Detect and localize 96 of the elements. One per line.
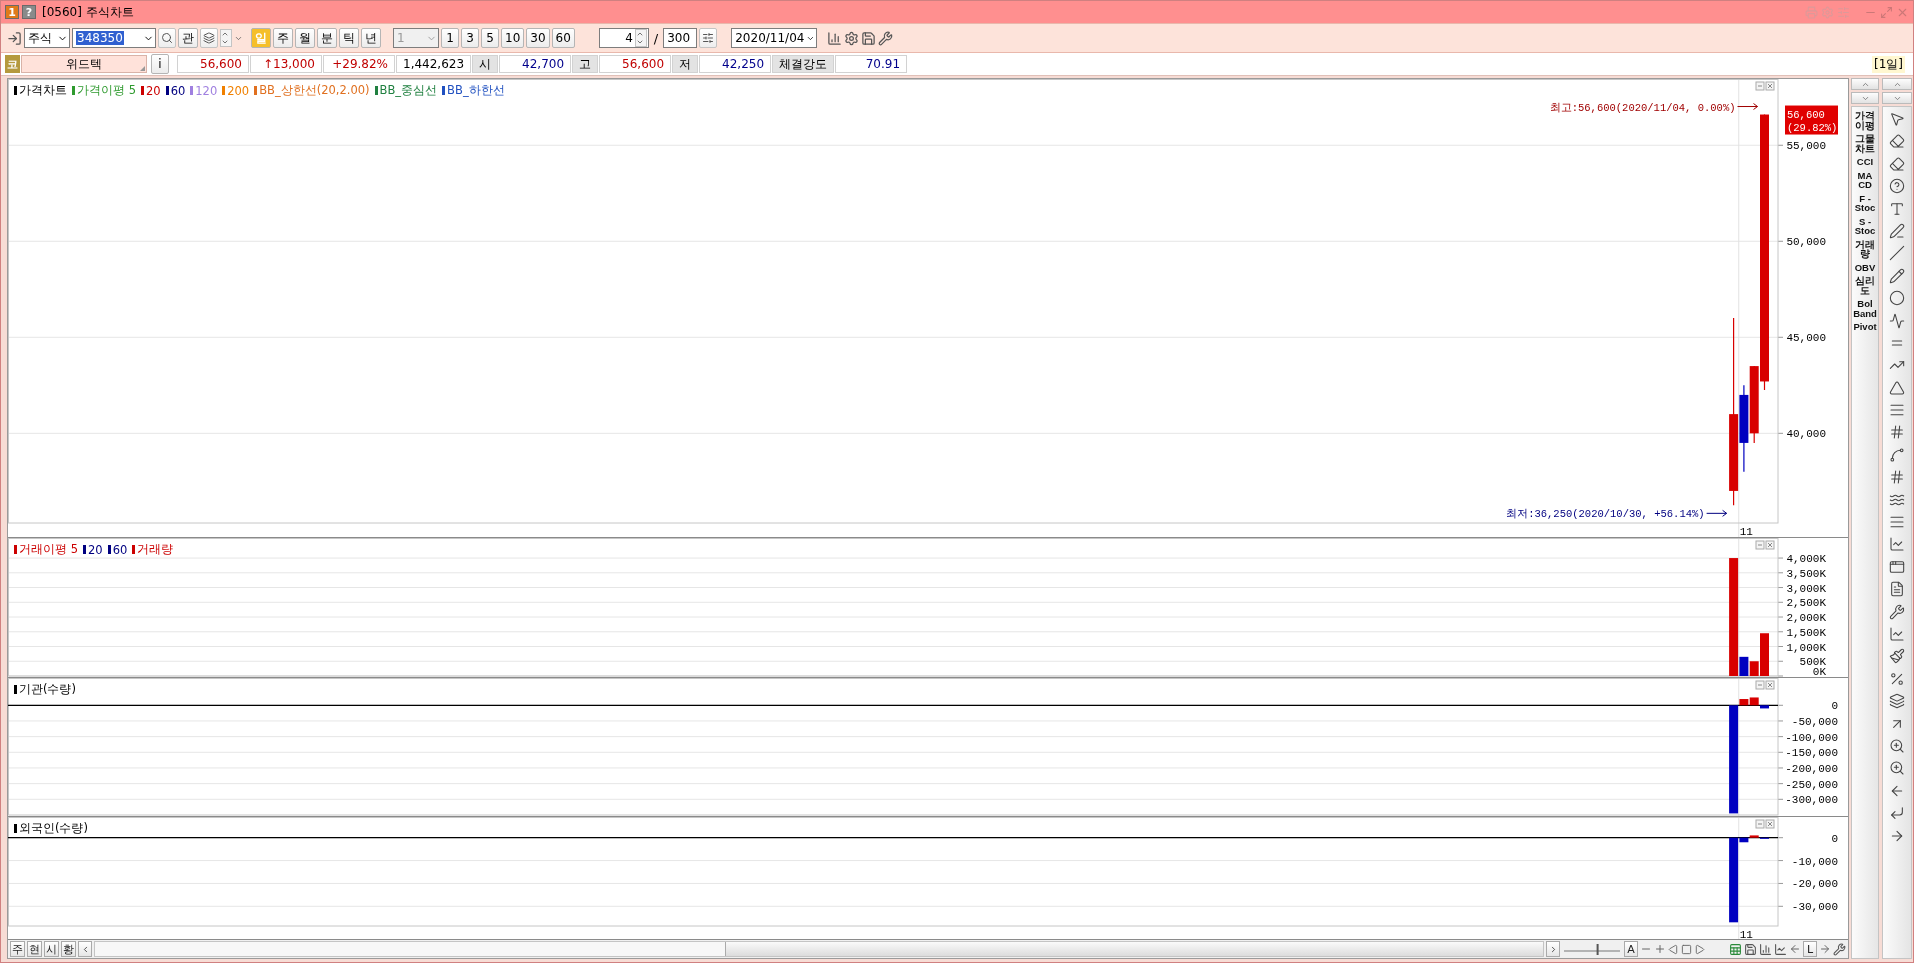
axis-label: 11 [1739,526,1753,537]
axis-label: -30,000 [1791,901,1838,914]
axis-label: 0 [1831,832,1838,845]
legend-label: 외국인(수량) [19,821,88,836]
legend-label: BB_중심선 [379,83,438,98]
axis-label: 40,000 [1786,428,1826,441]
info-value: 56,600 [599,55,672,73]
indicator-item[interactable]: 가격 이평 [1855,111,1875,130]
window-title: [0560] 주식차트 [42,3,134,21]
info-value: 70.91 [835,55,908,73]
axis-label: -100,000 [1785,731,1838,744]
info-value: 1,442,623 [396,55,472,73]
axis-label: -10,000 [1791,855,1838,868]
info-value: 56,600 [177,55,249,73]
interval-button[interactable]: 60 [551,28,575,48]
axis-label: 55,000 [1786,140,1826,153]
axis-label: 500K [1799,656,1826,669]
axis-label: 3,000K [1786,582,1826,595]
market-select[interactable]: 주식 [24,28,70,48]
period-tab[interactable]: 월 [295,28,315,48]
legend-label: 거래이평 5 [19,542,78,557]
info-button[interactable]: i [151,54,169,74]
legend-label: 60 [112,542,128,557]
indicator-item[interactable]: Pivot [1853,322,1877,332]
indicator-item[interactable]: MA CD [1857,170,1873,190]
axis-label: -300,000 [1785,794,1838,807]
info-label: 체결강도 [772,55,835,73]
axis-label: -20,000 [1791,878,1838,891]
info-label: 저 [672,55,699,73]
info-value: +29.82% [323,55,395,73]
period-tab[interactable]: 틱 [339,28,359,48]
indicator-item[interactable]: 거래 량 [1855,239,1875,259]
count-field[interactable]: 4 [598,28,649,48]
legend-label: 20 [146,83,161,98]
font-button[interactable]: A [1624,941,1638,957]
legend-label: 기관(수량) [19,682,76,697]
period-tab[interactable]: 분 [317,28,337,48]
axis-label: 50,000 [1786,236,1826,249]
period-tab[interactable]: 주 [273,28,293,48]
interval-button[interactable]: 5 [481,28,499,48]
legend-label: 60 [170,83,186,98]
bottom-tab[interactable]: 주 [10,941,25,957]
info-label: 고 [572,55,599,73]
period-tab[interactable]: 년 [361,28,381,48]
name-field[interactable]: 위드텍 [21,55,147,73]
bottom-tab[interactable]: 현 [27,941,42,957]
watch-button[interactable]: 관 [178,28,198,48]
legend-label: 120 [195,83,218,98]
info-value: ↑13,000 [250,55,322,73]
axis-label: 0 [1831,700,1838,713]
date-select[interactable]: 2020/11/04 [731,28,818,48]
indicator-item[interactable]: OBV [1854,262,1876,272]
interval-button[interactable]: 30 [526,28,550,48]
axis-label: -150,000 [1785,747,1838,760]
bottom-tab[interactable]: 황 [61,941,76,957]
code-field[interactable]: 348350 [72,28,156,48]
interval-button[interactable]: 1 [441,28,459,48]
info-value: 42,700 [499,55,572,73]
axis-label: 45,000 [1786,332,1826,345]
interval-button[interactable]: 10 [501,28,525,48]
legend-label: 가격이평 5 [77,83,136,98]
legend-label: BB_하한선 [447,83,505,98]
axis-label: 2,000K [1786,612,1826,625]
legend-label: BB_상한선(20,2.00) [259,83,370,98]
axis-label: 1,500K [1786,626,1826,639]
chart-note: 최저:36,250(2020/10/30, +56.14%) [1506,508,1705,521]
indicator-item[interactable]: F - Stoc [1854,193,1876,213]
chart-note: 최고:56,600(2020/11/04, 0.00%) [1549,101,1736,114]
legend-label: 가격차트 [19,83,67,98]
indicator-item[interactable]: 그물 차트 [1855,134,1875,153]
price-tag: 56,600 (29.82%) [1785,105,1838,135]
axis-label: 4,000K [1786,553,1826,566]
legend-label: 200 [227,83,250,98]
period-label: [1일] [1872,55,1905,73]
indicator-item[interactable]: S - Stoc [1854,216,1876,236]
axis-label: 1,000K [1786,641,1826,654]
base-button[interactable]: L [1803,941,1817,957]
legend-label: 20 [88,542,103,557]
total-field[interactable]: 300 [663,28,698,48]
indicator-item[interactable]: CCI [1856,157,1874,167]
market-badge: 코 [5,55,20,73]
indicator-item[interactable]: 심리 도 [1855,276,1875,295]
separator: / [652,30,660,46]
axis-label: -50,000 [1791,715,1838,728]
axis-label: -250,000 [1785,778,1838,791]
axis-label: -200,000 [1785,762,1838,775]
legend-label: 거래량 [137,542,174,557]
axis-label: 11 [1739,929,1753,939]
indicator-item[interactable]: Bol Band [1853,299,1877,318]
axis-label: 0K [1812,666,1826,677]
info-label: 시 [472,55,499,73]
axis-label: 2,500K [1786,597,1826,610]
axis-label: 3,500K [1786,567,1826,580]
bottom-tab[interactable]: 시 [44,941,59,957]
interval-button[interactable]: 3 [461,28,479,48]
info-value: 42,250 [699,55,772,73]
